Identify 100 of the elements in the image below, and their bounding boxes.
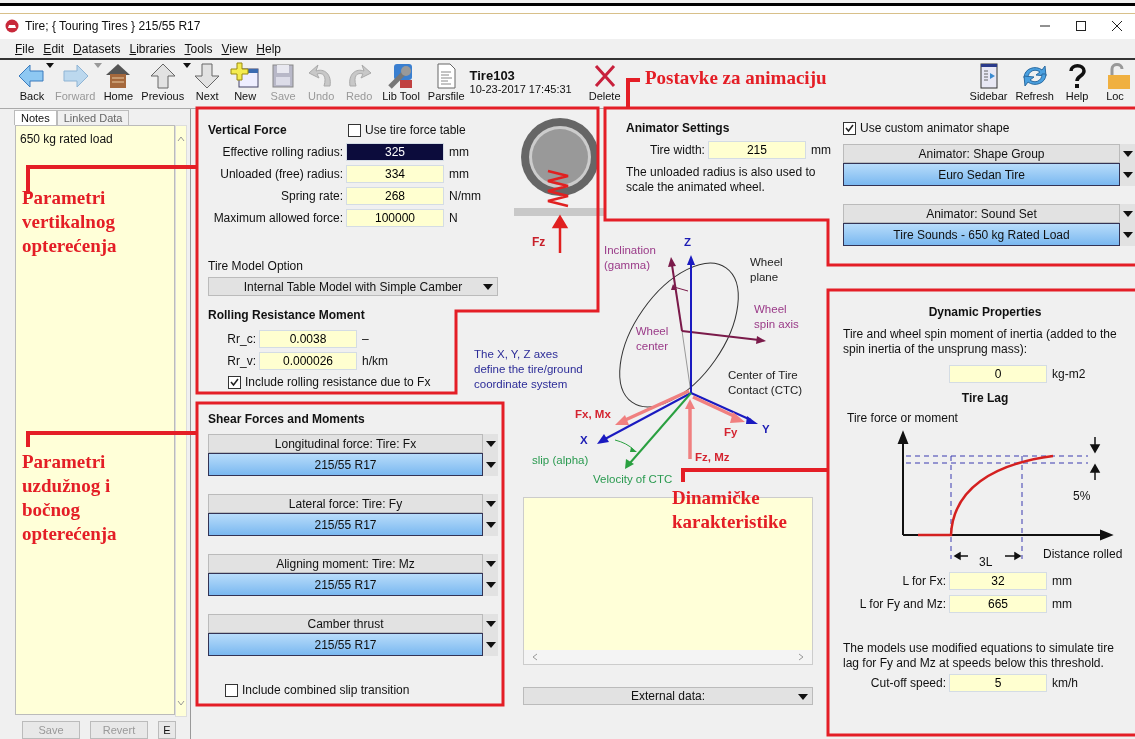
- number-field[interactable]: 215: [707, 141, 806, 159]
- dropdown[interactable]: Lateral force: Tire: Fy: [208, 494, 483, 513]
- menu-item[interactable]: Help: [256, 42, 281, 56]
- unit-label: mm: [810, 143, 831, 157]
- checkbox-label: Use tire force table: [365, 123, 466, 137]
- menu-item[interactable]: Edit: [43, 42, 65, 56]
- field-label: L for Fx:: [901, 574, 946, 588]
- toolbar-button[interactable]: Help: [1059, 62, 1095, 102]
- unit-label: mm: [1052, 597, 1072, 611]
- dropdown-button[interactable]: [1120, 204, 1135, 223]
- checkbox[interactable]: [225, 683, 238, 697]
- field-label: L for Fy and Mz:: [858, 597, 946, 611]
- dropdown-button[interactable]: [1120, 163, 1135, 186]
- toolbar-button[interactable]: Delete: [585, 62, 624, 102]
- dropdown[interactable]: 215/55 R17: [208, 513, 483, 536]
- checkbox[interactable]: [843, 121, 856, 135]
- dropdown-button[interactable]: [483, 573, 498, 596]
- checkbox[interactable]: [228, 375, 241, 389]
- caret-icon: [485, 440, 496, 447]
- caret-icon: [483, 284, 493, 290]
- caret-icon: [485, 500, 496, 507]
- number-field[interactable]: 100000: [346, 209, 444, 227]
- window-title: Tire; { Touring Tires } 215/55 R17: [25, 19, 201, 33]
- diagram-label: Wheel center: [634, 324, 670, 354]
- menu-item[interactable]: File: [15, 42, 35, 56]
- number-field[interactable]: 0.000026: [259, 352, 357, 370]
- toolbar-button[interactable]: Parsfile: [424, 62, 468, 102]
- sidebar-tab[interactable]: Linked Data: [56, 109, 130, 125]
- dropdown-button[interactable]: [483, 554, 498, 573]
- dropdown[interactable]: External data:: [523, 687, 813, 705]
- maximize-icon[interactable]: [1075, 20, 1087, 32]
- dropdown-button[interactable]: [1120, 223, 1135, 246]
- unit-label: N: [449, 211, 458, 225]
- diagram-label: Velocity of CTC: [593, 472, 673, 487]
- toolbar-button[interactable]: Back: [14, 62, 50, 102]
- dropdown-button[interactable]: [1120, 144, 1135, 163]
- dropdown[interactable]: 215/55 R17: [208, 453, 483, 476]
- dropdown-button[interactable]: [483, 453, 498, 476]
- checkbox-label: Include rolling resistance due to Fx: [245, 375, 431, 389]
- number-field[interactable]: 5: [949, 674, 1047, 692]
- y-axis-arrow: [690, 392, 758, 424]
- toolbar-button[interactable]: Loc: [1097, 62, 1133, 102]
- dropdown[interactable]: 215/55 R17: [208, 633, 483, 656]
- toolbar-button[interactable]: Sidebar: [966, 62, 1011, 102]
- arrow-icon: [60, 62, 91, 90]
- diagram-label: X: [580, 433, 588, 448]
- caret-icon: [485, 620, 496, 627]
- caret-icon: [1122, 171, 1133, 178]
- number-field[interactable]: 334: [346, 165, 444, 183]
- dropdown[interactable]: Aligning moment: Tire: Mz: [208, 554, 483, 573]
- dropdown[interactable]: Animator: Sound Set: [843, 204, 1120, 223]
- toolbar-button[interactable]: Previous: [138, 62, 188, 102]
- dropdown-button[interactable]: [483, 614, 498, 633]
- number-field[interactable]: 0.0038: [259, 330, 357, 348]
- toolbar-button[interactable]: Refresh: [1012, 62, 1057, 102]
- dropdown[interactable]: Longitudinal force: Tire: Fx: [208, 434, 483, 453]
- number-field[interactable]: 268: [346, 187, 444, 205]
- dropdown[interactable]: Animator: Shape Group: [843, 144, 1120, 163]
- dropdown-button[interactable]: [483, 494, 498, 513]
- number-field[interactable]: 0: [949, 365, 1047, 383]
- diagram-label: Wheel spin axis: [754, 302, 800, 332]
- caret-icon[interactable]: [183, 63, 192, 68]
- number-field[interactable]: 665: [949, 595, 1047, 613]
- checkbox[interactable]: [348, 123, 361, 137]
- toolbar-button[interactable]: New: [227, 62, 264, 102]
- dropdown-button[interactable]: [483, 513, 498, 536]
- menu-item[interactable]: Tools: [184, 42, 213, 56]
- help-text: Tire and wheel spin moment of inertia (added to the spin inertia of the unsprung mass):: [843, 327, 1118, 357]
- arrow-icon: [17, 62, 47, 90]
- caret-icon: [485, 461, 496, 468]
- menu-item[interactable]: View: [221, 42, 248, 56]
- unit-label: kg-m2: [1052, 367, 1086, 381]
- close-icon[interactable]: [1111, 20, 1123, 32]
- force-label: Fz: [532, 235, 546, 249]
- dropdown-button[interactable]: [483, 633, 498, 656]
- dropdown[interactable]: 215/55 R17: [208, 573, 483, 596]
- sidebar-tab[interactable]: Notes: [14, 109, 57, 125]
- menu-item[interactable]: Datasets: [73, 42, 121, 56]
- field-label: Spring rate:: [279, 189, 343, 203]
- notes-action-button[interactable]: E: [158, 721, 176, 739]
- toolbar-button[interactable]: Home: [100, 62, 137, 102]
- caret-icon[interactable]: [46, 63, 54, 68]
- caret-icon: [1122, 210, 1133, 217]
- dataset-timestamp: 10-23-2017 17:45:31: [469, 83, 572, 95]
- number-field[interactable]: 325: [346, 143, 444, 161]
- force-y-arrow: [692, 395, 745, 423]
- chart-label: Distance rolled: [1043, 547, 1123, 561]
- dropdown[interactable]: Tire Sounds - 650 kg Rated Load: [843, 223, 1120, 246]
- dropdown[interactable]: Camber thrust: [208, 614, 483, 633]
- annotation-label: Parametri vertikalnog opterećenja: [22, 186, 118, 258]
- toolbar-button[interactable]: Next: [189, 62, 226, 102]
- number-field[interactable]: 32: [949, 572, 1047, 590]
- unit-label: km/h: [1052, 676, 1078, 690]
- caret-icon: [1122, 150, 1133, 157]
- menu-item[interactable]: Libraries: [129, 42, 176, 56]
- dropdown[interactable]: Internal Table Model with Simple Camber: [208, 277, 498, 296]
- force-z-arrow: [685, 399, 695, 459]
- dropdown[interactable]: Euro Sedan Tire: [843, 163, 1120, 186]
- toolbar-button[interactable]: Lib Tool: [379, 62, 423, 102]
- dropdown-button[interactable]: [483, 434, 498, 453]
